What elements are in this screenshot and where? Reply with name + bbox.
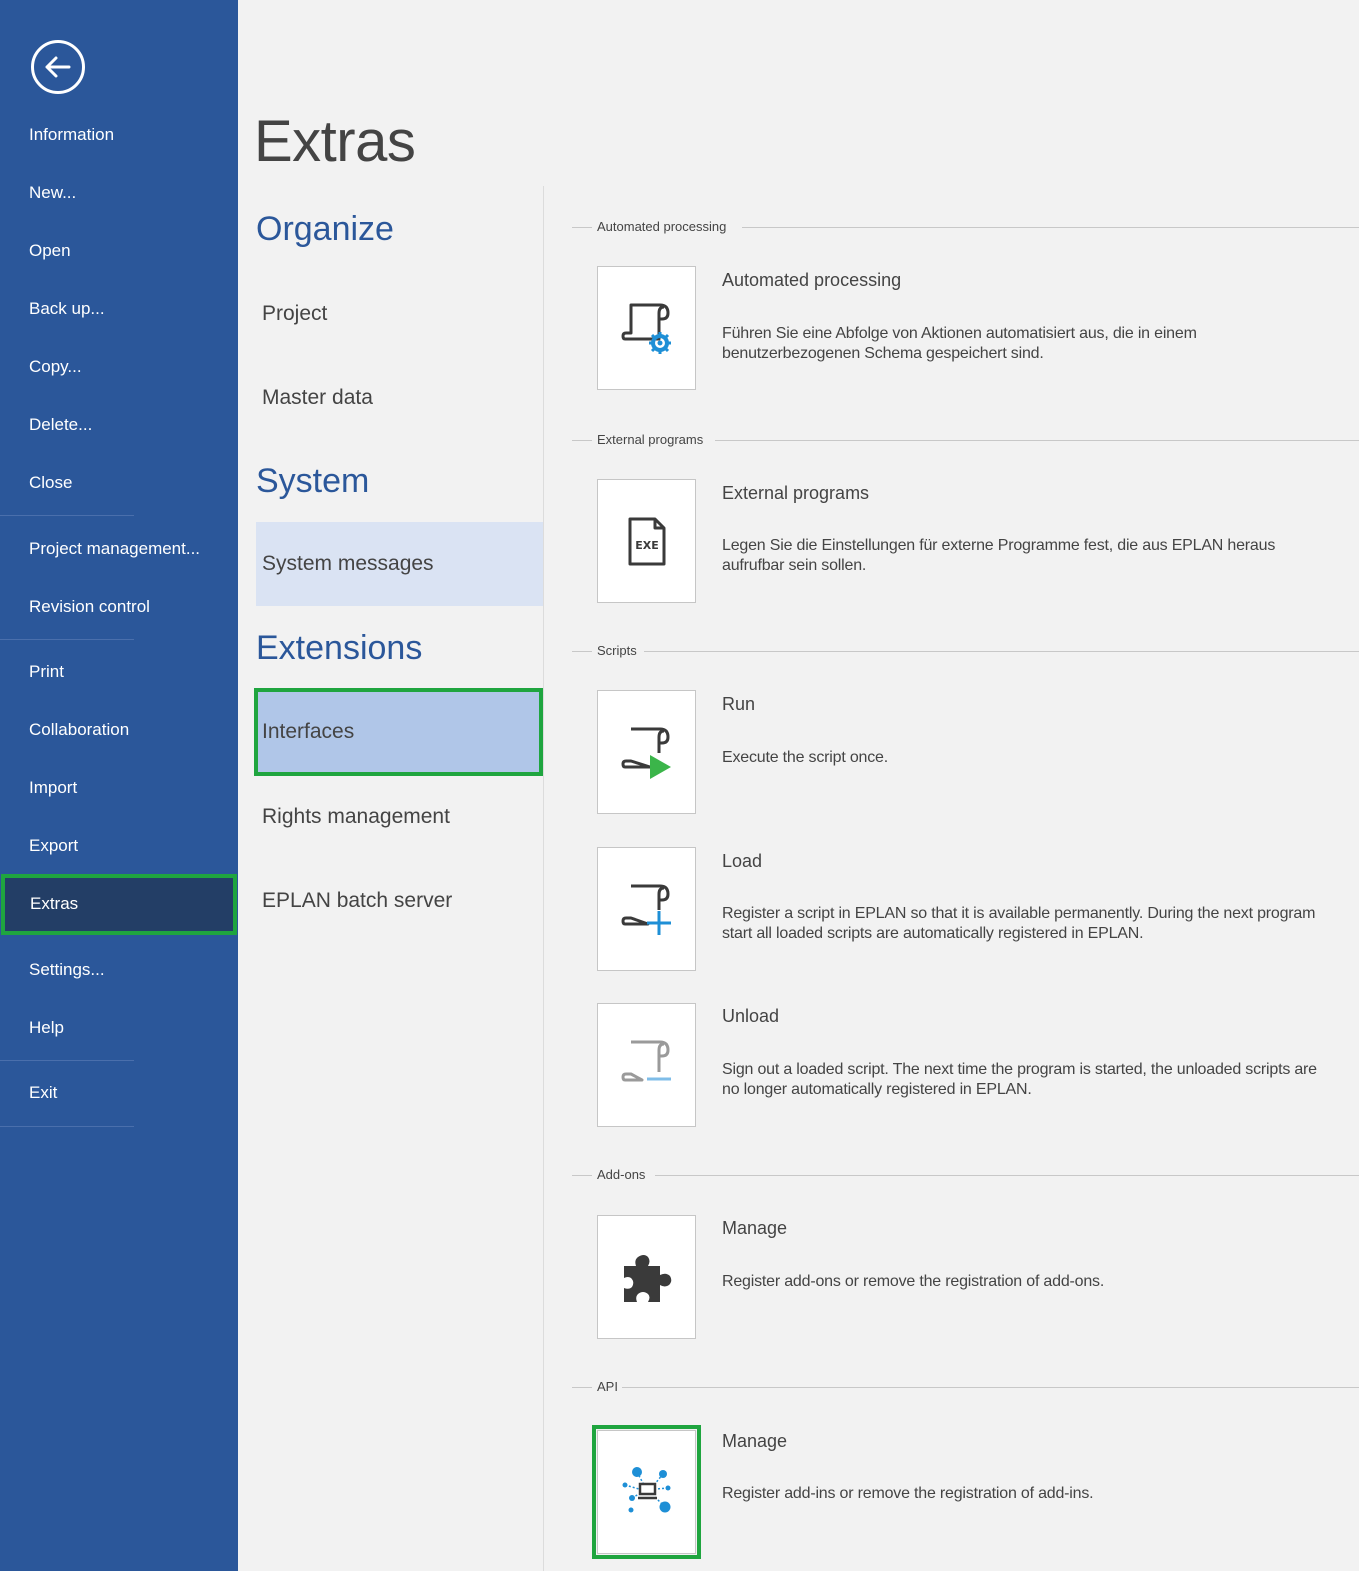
page-title: Extras [254, 109, 416, 174]
nav-revision-control[interactable]: Revision control [0, 582, 238, 632]
puzzle-piece-icon [624, 1255, 672, 1302]
back-button[interactable] [31, 40, 85, 94]
tile-title: Load [722, 851, 763, 871]
tile-description: Register a script in EPLAN so that it is… [722, 905, 1316, 942]
external-programs-tile[interactable]: EXE [597, 479, 696, 603]
section-header-automated-processing: Automated processing [572, 217, 1359, 237]
nav-help[interactable]: Help [0, 1003, 238, 1053]
script-run-icon [621, 727, 671, 779]
tile-title: External programs [722, 483, 870, 503]
nav-new[interactable]: New... [0, 168, 238, 218]
tile-title: Run [722, 694, 756, 714]
api-manage-tile[interactable] [592, 1425, 701, 1559]
nav-back-up[interactable]: Back up... [0, 284, 238, 334]
script-load-icon [621, 884, 671, 935]
section-label: Scripts [597, 643, 637, 658]
tile-description: Legen Sie die Einstellungen für externe … [722, 537, 1276, 574]
exe-label: EXE [635, 539, 659, 552]
tile-description: Register add-ons or remove the registrat… [722, 1273, 1105, 1290]
tile-description: Sign out a loaded script. The next time … [722, 1061, 1317, 1098]
nav-export[interactable]: Export [0, 821, 238, 871]
category-eplan-batch-server[interactable]: EPLAN batch server [256, 859, 543, 943]
tile-title: Automated processing [722, 270, 902, 290]
group-heading-extensions: Extensions [256, 629, 423, 667]
nav-close[interactable]: Close [0, 458, 238, 508]
script-run-tile[interactable] [597, 690, 696, 814]
backstage-sidebar: Information New... Open Back up... Copy.… [0, 0, 238, 1571]
tile-title: Manage [722, 1218, 788, 1238]
add-ons-manage-tile[interactable] [597, 1215, 696, 1339]
nav-exit[interactable]: Exit [0, 1068, 238, 1118]
category-master-data[interactable]: Master data [256, 356, 543, 440]
script-load-tile[interactable] [597, 847, 696, 971]
section-header-add-ons: Add-ons [572, 1165, 1359, 1185]
nav-open[interactable]: Open [0, 226, 238, 276]
section-header-scripts: Scripts [572, 641, 1359, 661]
tile-description: Führen Sie eine Abfolge von Aktionen aut… [722, 325, 1197, 362]
category-project[interactable]: Project [256, 272, 543, 356]
category-interfaces[interactable]: Interfaces [254, 688, 543, 776]
automated-processing-tile[interactable] [597, 266, 696, 390]
nav-divider [0, 1126, 134, 1127]
nav-print[interactable]: Print [0, 647, 238, 697]
nav-extras[interactable]: Extras [1, 874, 237, 935]
nav-delete[interactable]: Delete... [0, 400, 238, 450]
category-rights-management[interactable]: Rights management [256, 775, 543, 859]
nav-copy[interactable]: Copy... [0, 342, 238, 392]
section-label: API [597, 1379, 618, 1394]
script-gear-icon [621, 303, 671, 354]
nav-divider [0, 1060, 134, 1061]
back-arrow-circle-icon [45, 56, 71, 78]
nav-settings[interactable]: Settings... [0, 945, 238, 995]
section-label: External programs [597, 432, 704, 447]
section-header-api: API [572, 1377, 1359, 1397]
nav-project-management[interactable]: Project management... [0, 524, 238, 574]
tile-description: Execute the script once. [722, 749, 888, 766]
script-unload-icon [621, 1040, 671, 1082]
nav-collaboration[interactable]: Collaboration [0, 705, 238, 755]
section-label: Automated processing [597, 219, 727, 234]
section-header-external-programs: External programs [572, 430, 1359, 450]
api-network-icon [622, 1467, 671, 1513]
section-label: Add-ons [597, 1167, 646, 1182]
group-heading-system: System [256, 462, 370, 500]
category-system-messages[interactable]: System messages [256, 522, 543, 606]
tile-description: Register add-ins or remove the registrat… [722, 1485, 1094, 1502]
tile-title: Unload [722, 1006, 780, 1026]
nav-divider [0, 515, 134, 516]
group-heading-organize: Organize [256, 210, 394, 248]
nav-divider [0, 639, 134, 640]
exe-file-icon: EXE [628, 517, 666, 566]
tile-title: Manage [722, 1431, 788, 1451]
nav-import[interactable]: Import [0, 763, 238, 813]
nav-information[interactable]: Information [0, 110, 238, 160]
column-divider [543, 186, 544, 1571]
script-unload-tile[interactable] [597, 1003, 696, 1127]
